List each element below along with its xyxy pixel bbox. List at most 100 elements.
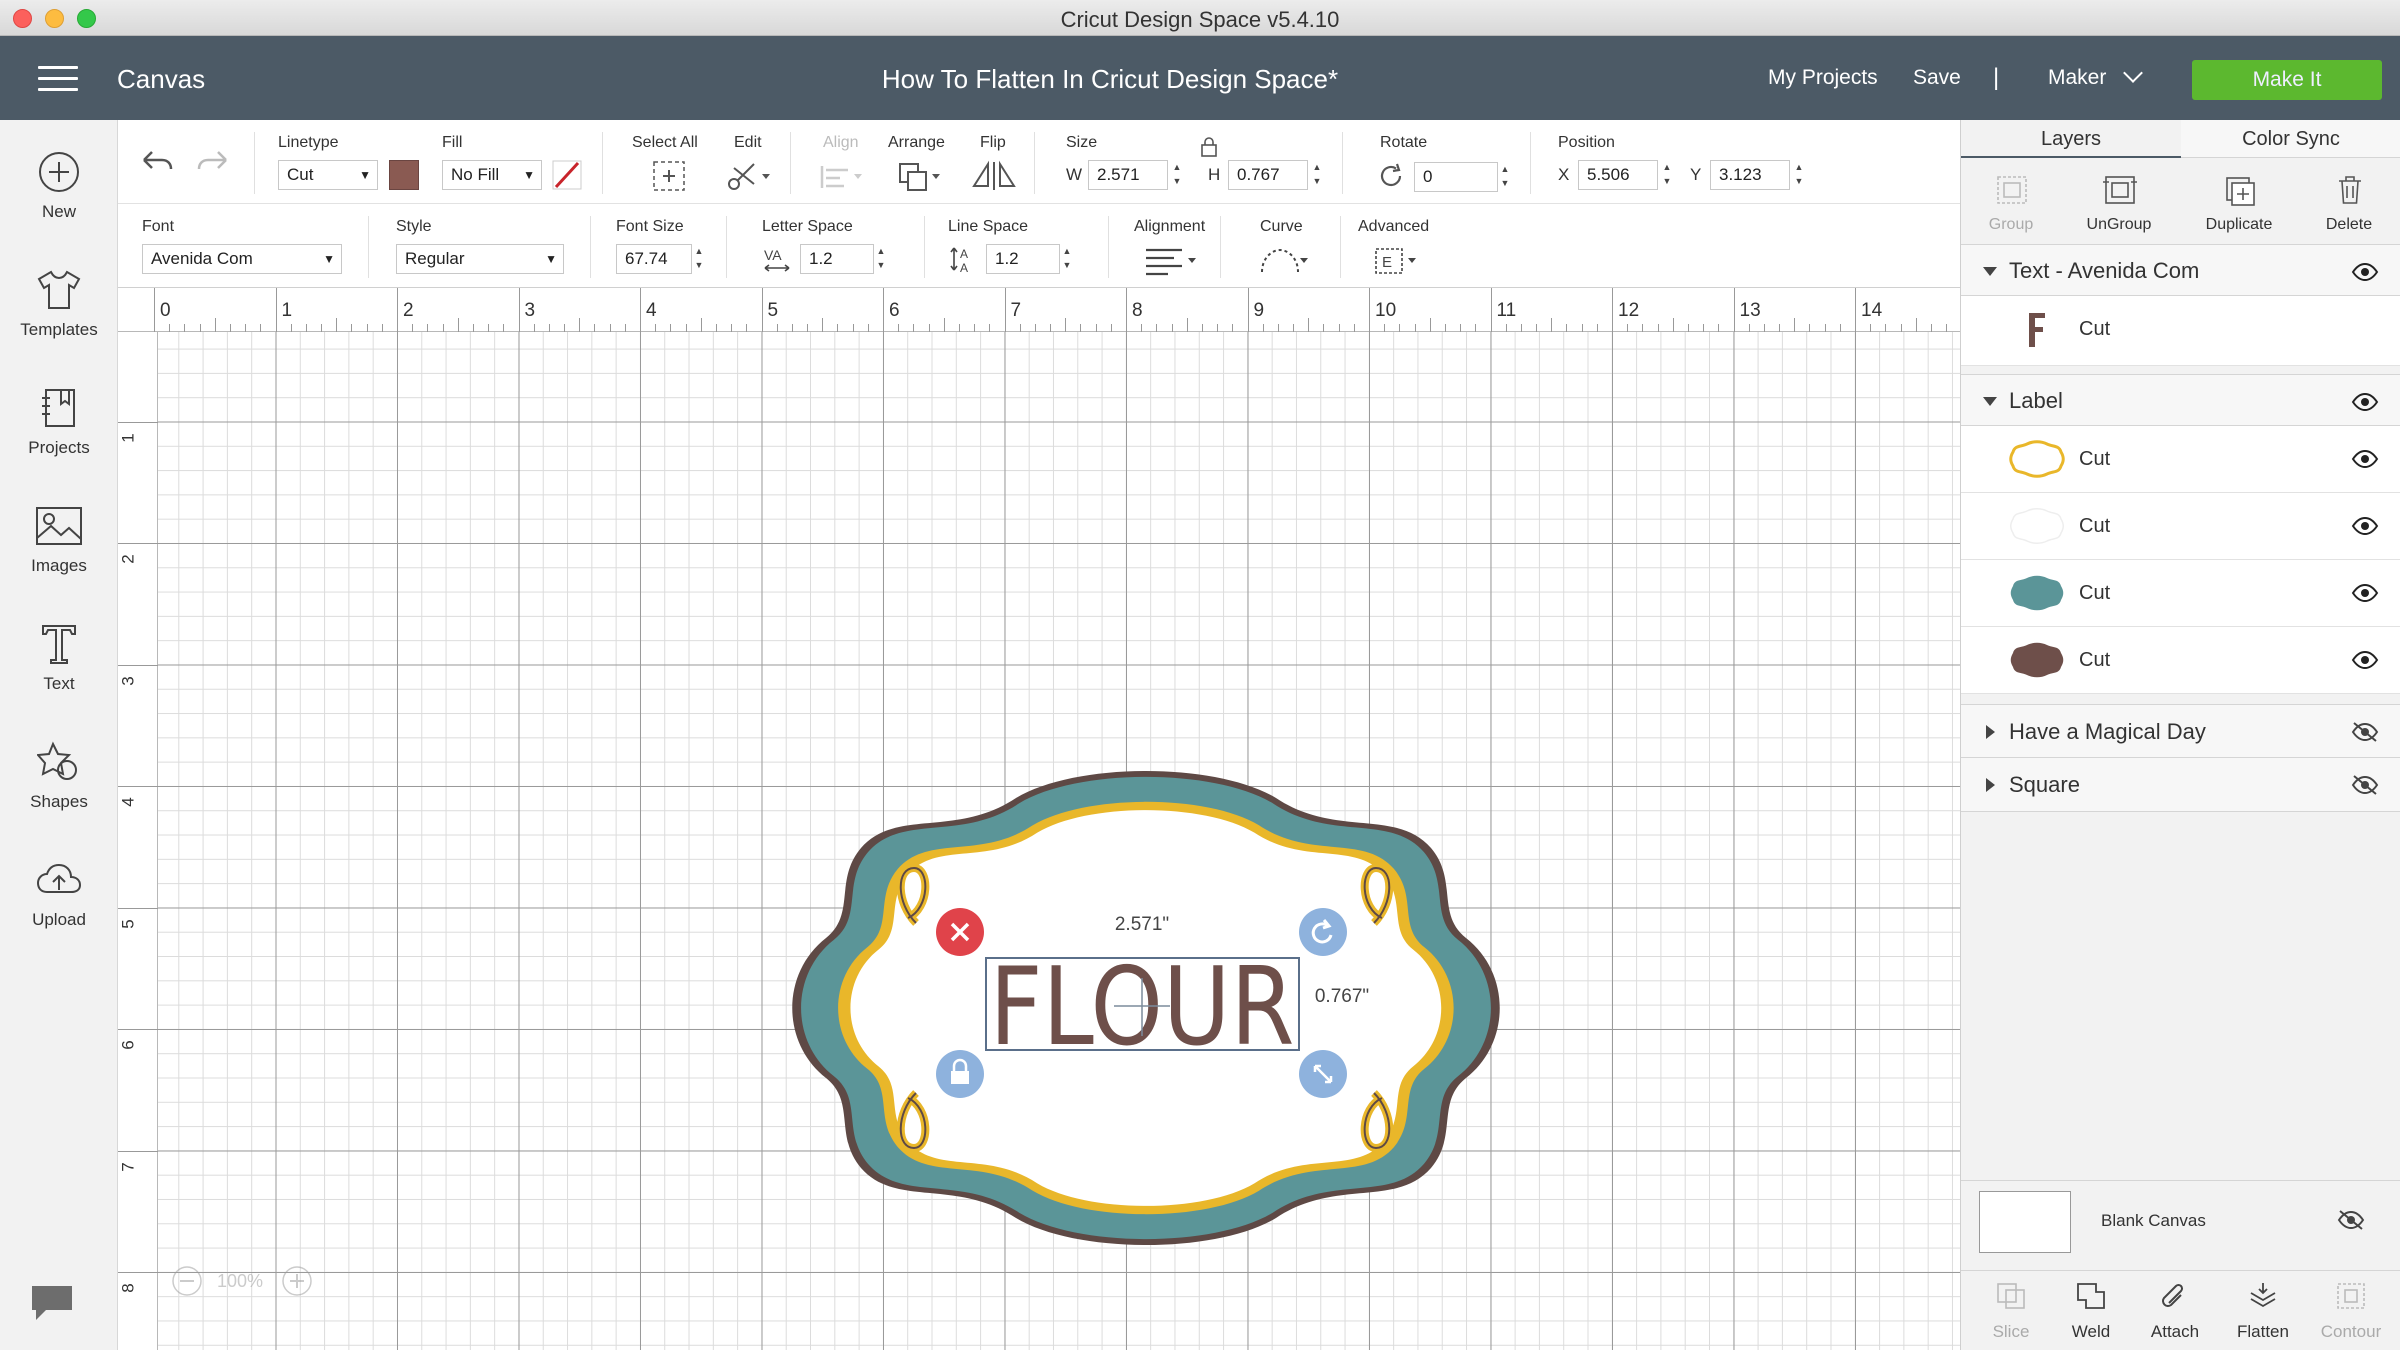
flatten-button[interactable]: Flatten (2213, 1281, 2313, 1342)
text-alignment-icon[interactable] (1144, 246, 1200, 276)
duplicate-button[interactable]: Duplicate (2189, 166, 2289, 240)
width-stepper[interactable]: ▲ ▼ (1170, 160, 1184, 190)
make-it-button[interactable]: Make It (2192, 60, 2382, 100)
ruler-label-top: 5 (767, 300, 779, 321)
flip-icon[interactable] (970, 160, 1020, 192)
zoom-out-icon[interactable] (171, 1265, 203, 1297)
sidebar-item-upload[interactable]: Upload (0, 858, 118, 958)
rotate-handle[interactable] (1299, 908, 1347, 956)
sidebar-item-images[interactable]: Images (0, 504, 118, 604)
x-stepper[interactable]: ▲ ▼ (1660, 160, 1674, 190)
sidebar-item-new[interactable]: New (0, 150, 118, 250)
blank-canvas-swatch[interactable] (1979, 1191, 2071, 1253)
eye-hidden-icon[interactable] (2337, 1209, 2365, 1231)
machine-select[interactable]: Maker (2048, 66, 2106, 90)
delete-handle[interactable] (936, 908, 984, 956)
undo-icon[interactable] (140, 148, 174, 176)
sidebar-item-text[interactable]: Text (0, 622, 118, 722)
fill-select[interactable]: No Fill ▼ (442, 160, 542, 190)
width-input[interactable]: 2.571 (1088, 160, 1168, 190)
advanced-icon[interactable]: E (1374, 246, 1420, 276)
edit-scissors-icon[interactable] (726, 160, 772, 192)
font-select[interactable]: Avenida Com ▼ (142, 244, 342, 274)
ruler-major-tick (397, 288, 398, 332)
ruler-minor-tick (1900, 324, 1902, 332)
layer-group-text[interactable]: Text - Avenida Com (1961, 244, 2400, 296)
layer-thumbnail-teal (2010, 575, 2064, 611)
rotate-stepper[interactable]: ▲ ▼ (1498, 162, 1512, 192)
eye-hidden-icon[interactable] (2351, 774, 2379, 796)
sidebar-item-templates[interactable]: Templates (0, 268, 118, 368)
height-input[interactable]: 0.767 (1228, 160, 1308, 190)
collapse-triangle-icon[interactable] (1983, 267, 1997, 276)
layer-row-teal-cut[interactable]: Cut (1961, 560, 2400, 627)
tab-color-sync[interactable]: Color Sync (2181, 120, 2400, 158)
eye-icon[interactable] (2351, 651, 2379, 669)
lock-handle[interactable] (936, 1050, 984, 1098)
layer-row-gold-cut[interactable]: Cut (1961, 426, 2400, 493)
curve-text-icon[interactable] (1258, 246, 1310, 276)
eye-icon[interactable] (2351, 517, 2379, 535)
redo-icon[interactable] (196, 148, 230, 176)
y-position-input[interactable]: 3.123 (1710, 160, 1790, 190)
style-select[interactable]: Regular ▼ (396, 244, 564, 274)
y-stepper[interactable]: ▲ ▼ (1792, 160, 1806, 190)
rotate-input[interactable]: 0 (1414, 162, 1498, 192)
delete-button[interactable]: Delete (2299, 166, 2399, 240)
eye-icon[interactable] (2351, 393, 2379, 411)
expand-triangle-icon[interactable] (1986, 725, 1995, 739)
chat-bubble-icon[interactable] (28, 1280, 76, 1324)
font-size-input[interactable]: 67.74 (616, 244, 692, 274)
align-icon (820, 166, 862, 188)
layer-row-text-cut[interactable]: Cut (1961, 296, 2400, 366)
ungroup-button[interactable]: UnGroup (2069, 166, 2169, 240)
blank-canvas-row[interactable]: Blank Canvas (1961, 1180, 2400, 1270)
my-projects-link[interactable]: My Projects (1768, 66, 1878, 90)
contour-button[interactable]: Contour (2301, 1281, 2400, 1342)
eye-hidden-icon[interactable] (2351, 721, 2379, 743)
ruler-minor-tick (1080, 324, 1082, 332)
expand-triangle-icon[interactable] (1986, 778, 1995, 792)
eye-icon[interactable] (2351, 263, 2379, 281)
ruler-minor-tick (1444, 324, 1446, 332)
linetype-select[interactable]: Cut ▼ (278, 160, 378, 190)
save-link[interactable]: Save (1913, 66, 1961, 90)
eye-icon[interactable] (2351, 584, 2379, 602)
line-space-input[interactable]: 1.2 (986, 244, 1060, 274)
label-artwork[interactable]: FLOUR 2.571" 0.767" (776, 768, 1514, 1248)
lock-icon[interactable] (1200, 136, 1218, 158)
letter-space-input[interactable]: 1.2 (800, 244, 874, 274)
zoom-in-icon[interactable] (281, 1265, 313, 1297)
design-canvas[interactable]: FLOUR 2.571" 0.767" (158, 332, 1960, 1350)
layer-row-brown-cut[interactable]: Cut (1961, 627, 2400, 694)
ruler-minor-tick (1217, 324, 1219, 332)
ruler-minor-tick (1839, 324, 1841, 332)
x-position-input[interactable]: 5.506 (1578, 160, 1658, 190)
linetype-color-swatch[interactable] (389, 160, 419, 190)
eye-icon[interactable] (2351, 450, 2379, 468)
layer-group-label[interactable]: Label (1961, 374, 2400, 426)
line-space-stepper[interactable]: ▲ ▼ (1060, 244, 1074, 274)
select-all-icon[interactable] (652, 160, 686, 192)
sidebar-item-projects[interactable]: Projects (0, 386, 118, 486)
no-fill-swatch-icon[interactable] (552, 160, 582, 190)
layer-group-have-a-magical-day[interactable]: Have a Magical Day (1961, 704, 2400, 758)
height-stepper[interactable]: ▲ ▼ (1310, 160, 1324, 190)
layer-row-white-cut[interactable]: Cut (1961, 493, 2400, 560)
collapse-triangle-icon[interactable] (1983, 397, 1997, 406)
weld-icon (2077, 1283, 2105, 1309)
font-size-stepper[interactable]: ▲ ▼ (692, 244, 706, 274)
shapes-icon (37, 741, 77, 780)
layer-group-square[interactable]: Square (1961, 758, 2400, 812)
flatten-icon (2250, 1283, 2276, 1308)
resize-handle[interactable] (1299, 1050, 1347, 1098)
attach-button[interactable]: Attach (2125, 1281, 2225, 1342)
letter-space-stepper[interactable]: ▲ ▼ (874, 244, 888, 274)
sidebar-item-shapes[interactable]: Shapes (0, 740, 118, 840)
ruler-major-tick (1855, 288, 1856, 332)
arrange-icon[interactable] (896, 160, 942, 192)
ruler-label-left: 8 (118, 1283, 138, 1293)
ruler-minor-tick (564, 324, 566, 332)
group-button[interactable]: Group (1961, 166, 2061, 240)
tab-layers[interactable]: Layers (1961, 120, 2181, 158)
